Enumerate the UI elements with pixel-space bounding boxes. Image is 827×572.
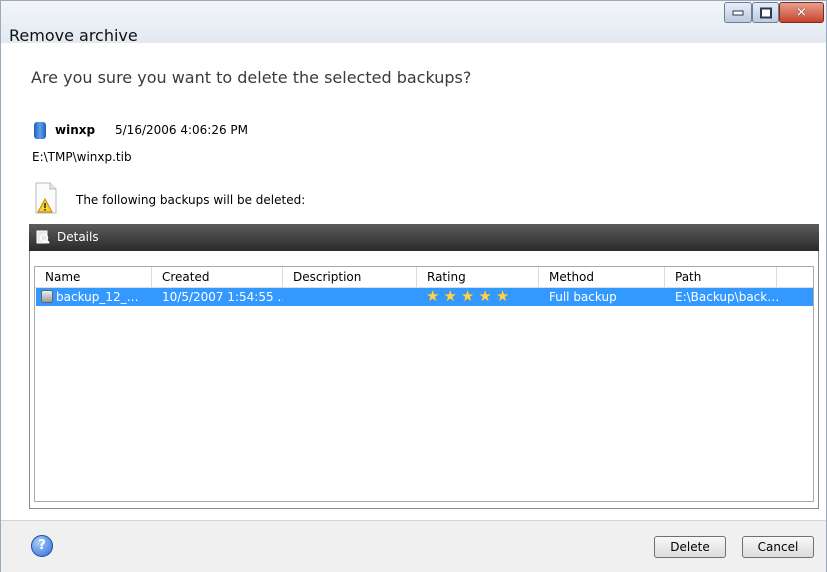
cell-created: 10/5/2007 1:54:55 … (162, 290, 283, 304)
confirmation-question: Are you sure you want to delete the sele… (31, 68, 472, 87)
close-icon: ✕ (796, 5, 807, 20)
cell-description (288, 288, 418, 306)
column-header-name[interactable]: Name (35, 267, 152, 287)
minimize-button[interactable] (724, 2, 752, 23)
star-icon: ★ (426, 288, 440, 305)
details-panel: Name Created Description Rating Method P… (29, 251, 819, 509)
archive-icon (34, 122, 46, 139)
maximize-icon (759, 7, 772, 18)
column-header-created[interactable]: Created (152, 267, 283, 287)
column-header-rating[interactable]: Rating (417, 267, 539, 287)
dialog-content: Are you sure you want to delete the sele… (1, 44, 826, 520)
list-header: Name Created Description Rating Method P… (35, 267, 813, 288)
star-icon: ★ (460, 288, 475, 305)
star-icon: ★ (443, 288, 457, 305)
column-header-path[interactable]: Path (665, 267, 777, 287)
column-header-method[interactable]: Method (539, 267, 665, 287)
cell-name: backup_12_… (36, 288, 152, 306)
backups-list[interactable]: Name Created Description Rating Method P… (34, 266, 814, 502)
warning-text: The following backups will be deleted: (76, 193, 306, 207)
dialog-window: Remove archive ✕ Are you sure you want t… (0, 0, 827, 572)
table-row[interactable]: backup_12_… 10/5/2007 1:54:55 … ★ ★ ★ ★ ★ Fu… (36, 288, 813, 306)
close-button[interactable]: ✕ (779, 2, 824, 23)
document-warning-icon (35, 182, 57, 214)
details-icon (36, 230, 50, 244)
help-icon[interactable]: ? (31, 535, 53, 557)
cell-rating: ★ ★ ★ ★ ★ (421, 288, 540, 306)
title-bar[interactable]: Remove archive ✕ (1, 1, 826, 45)
dialog-footer: ? Delete Cancel (1, 520, 826, 572)
maximize-button[interactable] (752, 2, 779, 23)
cell-path: E:\Backup\back… (675, 290, 778, 304)
column-header-filler (777, 267, 813, 287)
details-bar[interactable]: Details (29, 224, 819, 251)
column-header-description[interactable]: Description (283, 267, 417, 287)
backup-icon (41, 290, 53, 303)
star-icon: ★ (495, 288, 510, 305)
cancel-button[interactable]: Cancel (742, 536, 814, 558)
window-title: Remove archive (9, 26, 138, 45)
star-icon: ★ (478, 288, 492, 305)
archive-name: winxp (55, 123, 96, 137)
delete-button[interactable]: Delete (654, 536, 726, 558)
archive-path: E:\TMP\winxp.tib (32, 150, 132, 164)
details-label: Details (57, 230, 99, 244)
minimize-icon (732, 10, 744, 15)
backup-name: backup_12_… (56, 290, 139, 304)
archive-date: 5/16/2006 4:06:26 PM (115, 123, 249, 137)
cell-method: Full backup (549, 290, 617, 304)
